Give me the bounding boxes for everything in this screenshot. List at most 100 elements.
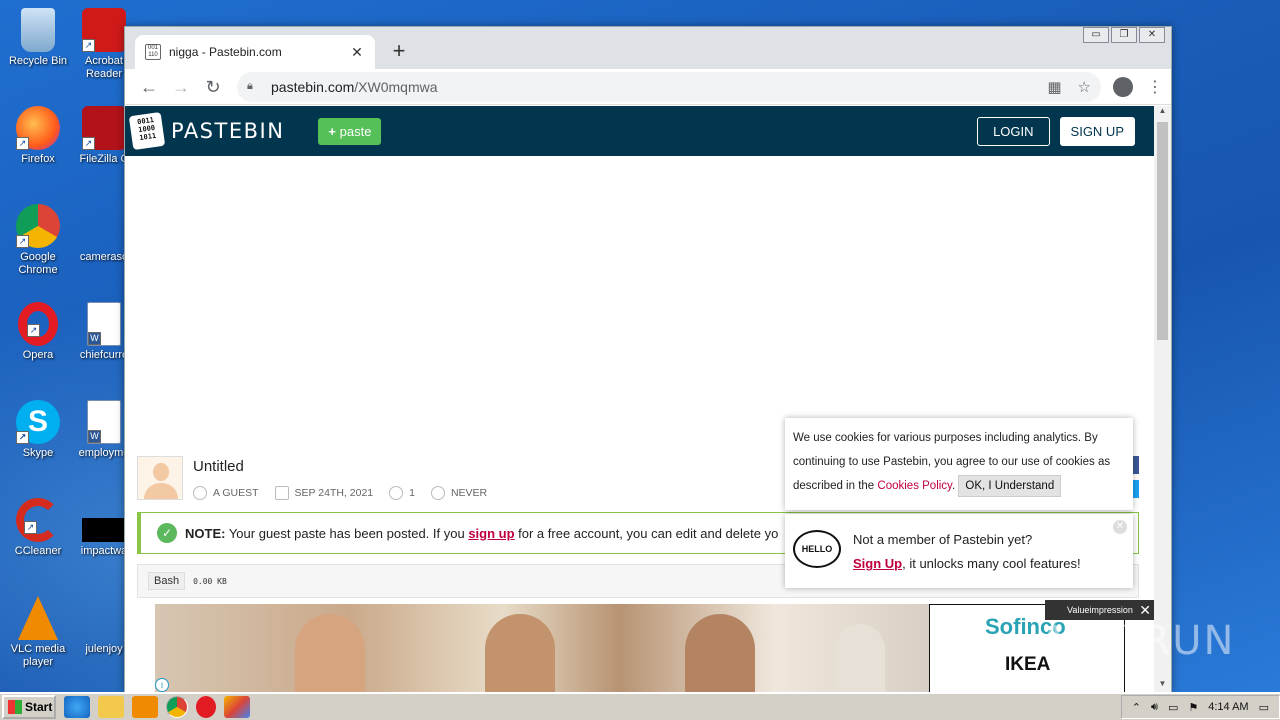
cookies-policy-link[interactable]: Cookies Policy <box>877 480 952 492</box>
opera-taskbar-icon[interactable] <box>196 696 216 718</box>
profile-avatar-icon[interactable] <box>1113 76 1133 97</box>
url-host: pastebin.com <box>271 78 355 95</box>
page-viewport: 0011 1000 1011 PASTEBIN + paste LOGIN SI… <box>125 106 1155 692</box>
desktop-icon-label: impactwa <box>80 545 128 557</box>
reload-button[interactable]: ↻ <box>197 73 229 101</box>
back-button[interactable]: ← <box>133 73 165 101</box>
file-icon <box>82 204 126 248</box>
desktop-icon-label: Opera <box>22 349 54 361</box>
black-file-icon <box>82 518 126 542</box>
signup-prompt-body: Sign Up, it unlocks many cool features! <box>853 556 1081 571</box>
volume-icon[interactable]: 🔊︎ <box>1151 701 1158 714</box>
word-doc-icon: W <box>87 400 121 444</box>
lock-icon: 🔒︎ <box>247 80 253 92</box>
start-button[interactable]: Start <box>2 695 56 719</box>
scroll-up-icon[interactable]: ▲ <box>1154 106 1171 120</box>
hello-bubble-icon: HELLO <box>793 530 841 568</box>
desktop-icon-label: employme <box>78 447 130 459</box>
paste-author[interactable]: A GUEST <box>213 487 259 499</box>
desktop-icon-label: chiefcurre <box>79 349 129 361</box>
system-tray: ⌃ 🔊︎ ▭ ⚑ 4:14 AM ▭ <box>1120 695 1280 719</box>
paste-date: SEP 24TH, 2021 <box>294 487 374 499</box>
browser-toolbar: ← → ↻ 🔒︎ pastebin.com/XW0mqmwa ▦ ☆ ⋮ <box>125 69 1171 105</box>
desktop-icon-recycle-bin[interactable]: Recycle Bin <box>0 8 76 68</box>
notice-text-before: Your guest paste has been posted. If you <box>225 525 469 541</box>
media-player-taskbar-icon[interactable] <box>132 696 158 718</box>
signup-button[interactable]: SIGN UP <box>1059 116 1135 146</box>
new-paste-button[interactable]: + paste <box>318 117 382 145</box>
signup-prompt-text: , it unlocks many cool features! <box>902 556 1081 571</box>
desktop-icon-label: FileZilla C <box>79 153 129 165</box>
plus-icon: + <box>328 123 340 139</box>
address-bar[interactable]: 🔒︎ pastebin.com/XW0mqmwa ▦ ☆ <box>237 71 1101 102</box>
menu-kebab-icon[interactable]: ⋮ <box>1147 77 1163 97</box>
pastebin-logo-icon: 0011 1000 1011 <box>128 111 166 151</box>
ie-taskbar-icon[interactable] <box>64 696 90 718</box>
ccleaner-icon: ↗ <box>16 498 60 542</box>
show-desktop-icon[interactable]: ▭ <box>1259 701 1269 714</box>
cookie-accept-button[interactable]: OK, I Understand <box>958 475 1062 497</box>
bookmark-star-icon[interactable]: ☆ <box>1078 78 1091 96</box>
timer-icon <box>430 486 445 500</box>
cookie-banner: We use cookies for various purposes incl… <box>785 418 1133 510</box>
app-taskbar-icon[interactable] <box>224 696 250 718</box>
recycle-bin-icon <box>21 8 55 52</box>
word-doc-icon: W <box>87 302 121 346</box>
vertical-scrollbar[interactable]: ▲ ▼ <box>1154 106 1171 692</box>
signup-prompt-link[interactable]: Sign Up <box>853 556 902 571</box>
clock[interactable]: 4:14 AM <box>1208 701 1248 713</box>
desktop-icon-opera[interactable]: ↗ Opera <box>0 302 76 362</box>
new-tab-button[interactable]: + <box>387 39 411 63</box>
eye-icon <box>389 486 404 500</box>
file-icon <box>82 596 126 640</box>
firefox-icon: ↗ <box>16 106 60 150</box>
vlc-icon <box>18 596 58 640</box>
desktop-icon-vlc[interactable]: VLC media player <box>0 596 76 669</box>
acrobat-icon: ↗ <box>82 8 126 52</box>
desktop-icon-skype[interactable]: S ↗ Skype <box>0 400 76 460</box>
notice-signup-link[interactable]: sign up <box>468 526 514 541</box>
network-icon[interactable]: ▭ <box>1168 701 1178 714</box>
close-prompt-icon[interactable]: ✕ <box>1113 520 1127 534</box>
desktop-icon-label: Skype <box>22 447 54 459</box>
minimize-button[interactable]: ▭ <box>1083 27 1109 43</box>
forward-button[interactable]: → <box>165 73 197 101</box>
check-circle-icon: ✓ <box>157 523 177 543</box>
desktop-icon-label: VLC media player <box>10 643 66 668</box>
notice-text-after: for a free account, you can edit and del… <box>514 525 779 541</box>
desktop-icon-chrome[interactable]: ↗ Google Chrome <box>0 204 76 277</box>
scroll-thumb[interactable] <box>1157 122 1168 340</box>
login-button[interactable]: LOGIN <box>977 116 1050 146</box>
ad-banner[interactable]: Sofinco IKEA Valueimpression ✕ i <box>125 600 1155 692</box>
paste-size: 0.00 KB <box>193 576 227 586</box>
browser-tab[interactable]: 001 110 nigga - Pastebin.com ✕ <box>135 35 375 69</box>
desktop-icon-label: CCleaner <box>14 545 62 557</box>
language-badge[interactable]: Bash <box>148 572 186 590</box>
taskbar: Start ⌃ 🔊︎ ▭ ⚑ 4:14 AM ▭ <box>0 692 1280 720</box>
close-ad-icon[interactable]: ✕ <box>1139 600 1151 620</box>
start-label: Start <box>25 700 53 714</box>
chrome-icon: ↗ <box>16 204 60 248</box>
qr-code-icon[interactable]: ▦ <box>1047 78 1061 96</box>
maximize-button[interactable]: ❐ <box>1111 27 1137 43</box>
action-center-flag-icon[interactable]: ⚑ <box>1188 701 1198 714</box>
ad-image[interactable] <box>155 604 929 692</box>
desktop-icon-firefox[interactable]: ↗ Firefox <box>0 106 76 166</box>
close-window-button[interactable]: ✕ <box>1139 27 1165 43</box>
scroll-down-icon[interactable]: ▼ <box>1154 679 1171 692</box>
desktop: Recycle Bin ↗ Acrobat Reader ↗ Firefox ↗… <box>0 0 1280 692</box>
tray-expand-icon[interactable]: ⌃ <box>1132 701 1141 714</box>
windows-flag-icon <box>8 700 22 714</box>
desktop-icon-ccleaner[interactable]: ↗ CCleaner <box>0 498 76 558</box>
anyrun-watermark: ANY RUN <box>1040 618 1236 664</box>
chrome-taskbar-icon[interactable] <box>166 696 188 718</box>
desktop-icon-label: julenjoy <box>85 643 123 655</box>
pastebin-logo[interactable]: 0011 1000 1011 PASTEBIN <box>128 111 284 151</box>
signup-prompt: HELLO Not a member of Pastebin yet? Sign… <box>785 514 1133 588</box>
user-icon <box>193 486 207 500</box>
new-paste-label: paste <box>339 123 372 139</box>
close-tab-icon[interactable]: ✕ <box>349 44 365 61</box>
ad-info-icon[interactable]: i <box>155 678 169 692</box>
notice-label: NOTE: <box>185 525 226 541</box>
explorer-taskbar-icon[interactable] <box>98 696 124 718</box>
